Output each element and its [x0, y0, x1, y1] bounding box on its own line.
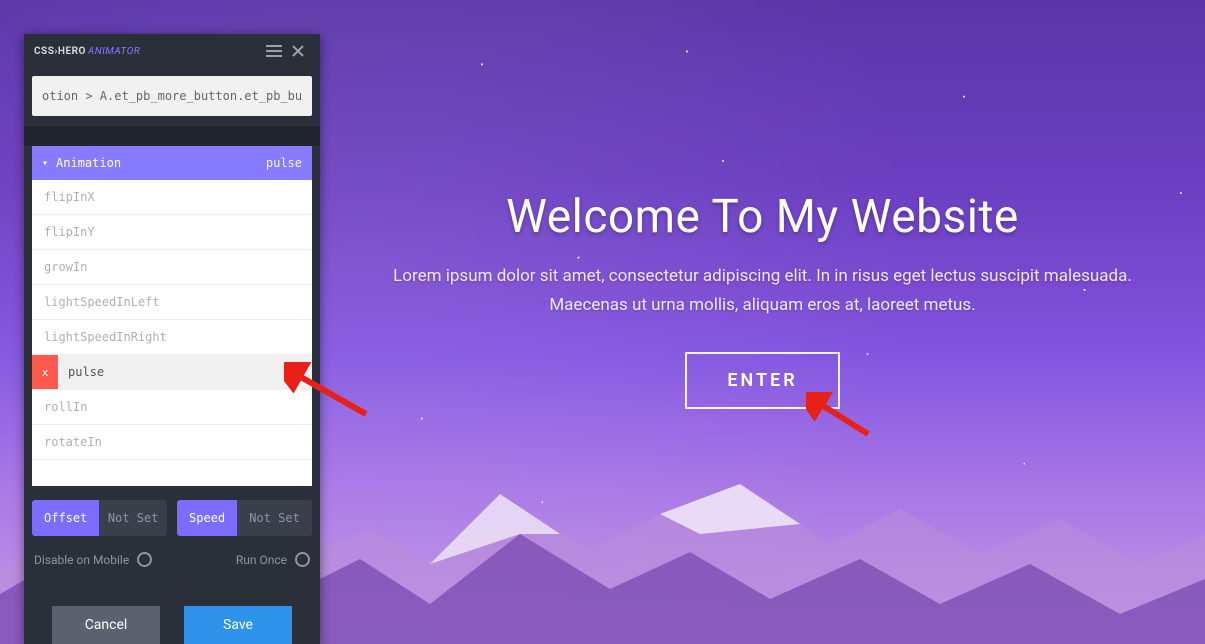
hero-content: Welcome To My Website Lorem ipsum dolor …: [320, 190, 1205, 409]
animation-item-label: growIn: [44, 260, 87, 274]
animation-item-flipInX[interactable]: flipInX: [32, 180, 312, 215]
panel-footer: Cancel Save: [24, 592, 320, 644]
disable-mobile-label: Disable on Mobile: [34, 553, 129, 567]
menu-icon[interactable]: [262, 39, 286, 63]
animation-block: ▾ Animation pulse flipInX flipInY growIn li…: [32, 146, 312, 486]
toggles-row: Disable on Mobile Run Once: [24, 542, 320, 567]
animation-item-label: rollIn: [44, 400, 87, 414]
run-once-label: Run Once: [236, 553, 287, 567]
animation-item-label: lightSpeedInRight: [44, 330, 167, 344]
animation-item-lightSpeedInLeft[interactable]: lightSpeedInLeft: [32, 285, 312, 320]
animation-item-label: flipInX: [44, 190, 95, 204]
panel-divider: [24, 126, 320, 146]
close-icon[interactable]: [286, 39, 310, 63]
chevron-down-icon: ▾: [42, 158, 48, 169]
disable-mobile-toggle[interactable]: [137, 552, 152, 567]
animation-item-pulse[interactable]: xpulse: [32, 355, 312, 390]
speed-value: Not Set: [237, 511, 312, 525]
remove-animation-icon[interactable]: x: [32, 355, 58, 389]
offset-control[interactable]: Offset Not Set: [32, 500, 167, 536]
animation-item-rotateIn[interactable]: rotateIn: [32, 425, 312, 460]
animation-item-growIn[interactable]: growIn: [32, 250, 312, 285]
animation-item-label: pulse: [68, 365, 104, 379]
page-subtitle: Lorem ipsum dolor sit amet, consectetur …: [353, 262, 1173, 320]
animation-list[interactable]: flipInX flipInY growIn lightSpeedInLeft ligh…: [32, 180, 312, 486]
animation-item-label: lightSpeedInLeft: [44, 295, 160, 309]
animation-item-flipInY[interactable]: flipInY: [32, 215, 312, 250]
page-title: Welcome To My Website: [320, 190, 1205, 244]
brand-logo: CSS›HEROANIMATOR: [34, 46, 140, 57]
animation-section-label: Animation: [56, 156, 121, 170]
animation-item-label: rotateIn: [44, 435, 102, 449]
controls-row: Offset Not Set Speed Not Set: [24, 486, 320, 542]
cancel-button[interactable]: Cancel: [52, 606, 160, 644]
animation-section-header[interactable]: ▾ Animation pulse: [32, 146, 312, 180]
animation-item-lightSpeedInRight[interactable]: lightSpeedInRight: [32, 320, 312, 355]
animator-panel: CSS›HEROANIMATOR ▾ Animation pulse flipI…: [24, 34, 320, 644]
animation-item-rollIn[interactable]: rollIn: [32, 390, 312, 425]
animation-current-value: pulse: [266, 156, 302, 170]
speed-label: Speed: [177, 500, 237, 536]
selector-input[interactable]: [32, 76, 312, 116]
selector-row: [24, 68, 320, 126]
offset-value: Not Set: [99, 511, 167, 525]
panel-header: CSS›HEROANIMATOR: [24, 34, 320, 68]
run-once-toggle[interactable]: [295, 552, 310, 567]
save-button[interactable]: Save: [184, 606, 292, 644]
speed-control[interactable]: Speed Not Set: [177, 500, 312, 536]
animation-item-label: flipInY: [44, 225, 95, 239]
offset-label: Offset: [32, 500, 99, 536]
enter-button[interactable]: ENTER: [685, 352, 839, 409]
